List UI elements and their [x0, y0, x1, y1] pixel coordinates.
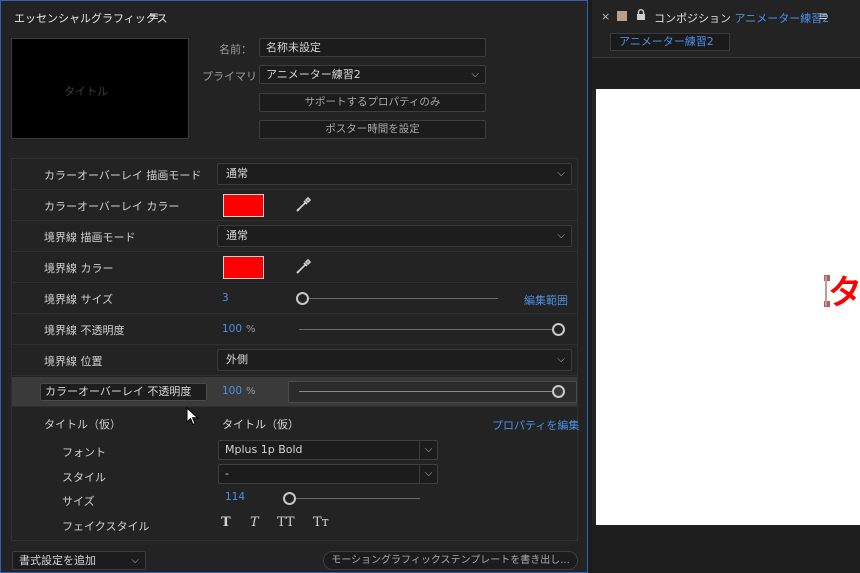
- text-layer-value[interactable]: タイトル（仮）: [222, 416, 299, 432]
- dropdown-value: 外側: [226, 353, 248, 366]
- property-label: 境界線 サイズ: [44, 293, 114, 306]
- size-slider-track[interactable]: [283, 498, 420, 499]
- slider-knob[interactable]: [296, 292, 309, 305]
- dropdown-value: 通常: [226, 167, 248, 180]
- value-number: 100: [222, 385, 243, 397]
- close-icon[interactable]: ×: [601, 10, 610, 23]
- lock-icon[interactable]: [636, 9, 646, 21]
- style-value: -: [225, 467, 229, 480]
- supported-properties-button[interactable]: サポートするプロパティのみ: [259, 93, 486, 112]
- poster-thumbnail: タイトル: [11, 38, 189, 139]
- viewer-padding: [592, 58, 860, 89]
- primary-comp-value: アニメーター練習2: [266, 68, 361, 81]
- chevron-down-icon: ⌵: [557, 230, 565, 241]
- panel-title: エッセンシャルグラフィックス: [14, 12, 168, 25]
- property-label: 境界線 不透明度: [44, 324, 125, 337]
- value-scrubber[interactable]: 100%: [222, 323, 256, 335]
- thumbnail-text: タイトル: [64, 85, 108, 98]
- name-label: 名前：: [219, 43, 252, 56]
- chevron-down-icon: ⌵: [419, 465, 437, 483]
- font-value: Mplus 1p Bold: [225, 443, 303, 456]
- edit-properties-link[interactable]: プロパティを編集: [492, 417, 579, 433]
- property-label: 境界線 カラー: [44, 262, 114, 275]
- color-swatch[interactable]: [223, 194, 264, 217]
- add-formatting-dropdown[interactable]: 書式設定を追加 ⌵: [12, 551, 146, 570]
- chevron-down-icon: ⌵: [419, 441, 437, 459]
- dropdown-value: 通常: [226, 229, 248, 242]
- property-row: カラーオーバーレイ 描画モード 通常 ⌵: [12, 159, 577, 190]
- panel-menu-icon[interactable]: ≡: [818, 9, 828, 23]
- composition-viewer[interactable]: タ: [596, 89, 860, 525]
- property-row: 境界線 サイズ 3 編集範囲: [12, 283, 577, 314]
- add-formatting-label: 書式設定を追加: [19, 554, 96, 567]
- text-layer-label: タイトル（仮）: [44, 418, 121, 431]
- property-label: 境界線 描画モード: [44, 231, 136, 244]
- export-mogrt-button[interactable]: モーショングラフィックステンプレートを書き出し...: [323, 551, 578, 570]
- property-row: 境界線 不透明度 100%: [12, 314, 577, 345]
- style-dropdown[interactable]: - ⌵: [218, 464, 438, 484]
- value-number: 100: [222, 323, 243, 335]
- eyedropper-icon[interactable]: [295, 195, 313, 213]
- size-label: サイズ: [62, 495, 95, 508]
- font-dropdown[interactable]: Mplus 1p Bold ⌵: [218, 440, 438, 460]
- set-poster-time-button[interactable]: ポスター時間を設定: [259, 120, 486, 139]
- all-caps-button[interactable]: TT: [277, 515, 295, 530]
- blend-mode-dropdown[interactable]: 通常 ⌵: [217, 163, 572, 185]
- bounding-box-edge: [825, 276, 827, 306]
- faux-bold-button[interactable]: T: [221, 515, 231, 530]
- comp-color-label-icon: [617, 11, 627, 21]
- property-label-rename-field[interactable]: カラーオーバーレイ 不透明度: [40, 383, 207, 401]
- primary-comp-select[interactable]: アニメーター練習2 ⌵: [259, 65, 486, 84]
- panel-title-text: コンポジション: [654, 12, 731, 25]
- color-swatch[interactable]: [223, 256, 264, 279]
- property-row: カラーオーバーレイ カラー: [12, 190, 577, 221]
- property-label: カラーオーバーレイ 描画モード: [44, 169, 202, 182]
- slider-track[interactable]: [299, 329, 559, 330]
- property-label: カラーオーバーレイ カラー: [44, 200, 180, 213]
- comp-tab[interactable]: アニメーター練習2: [610, 33, 730, 51]
- comp-name: アニメーター練習2: [734, 12, 830, 25]
- property-row-selected[interactable]: カラーオーバーレイ 不透明度 100%: [12, 377, 577, 407]
- small-caps-button[interactable]: Tт: [313, 515, 329, 530]
- edit-range-link[interactable]: 編集範囲: [524, 292, 568, 308]
- chevron-down-icon: ⌵: [131, 555, 139, 566]
- slider-frame: [288, 381, 577, 403]
- value-scrubber[interactable]: 3: [222, 292, 229, 304]
- chevron-down-icon: ⌵: [557, 168, 565, 179]
- unit-label: %: [246, 386, 256, 397]
- size-value[interactable]: 114: [225, 491, 245, 503]
- property-row: 境界線 描画モード 通常 ⌵: [12, 221, 577, 252]
- eyedropper-icon[interactable]: [295, 257, 313, 275]
- property-row: 境界線 カラー: [12, 252, 577, 283]
- viewer-footer: [592, 525, 860, 573]
- name-field[interactable]: 名称未設定: [259, 38, 486, 57]
- preview-text: タ: [828, 273, 860, 313]
- property-label: 境界線 位置: [44, 355, 103, 368]
- slider-track[interactable]: [299, 391, 559, 392]
- slider-track[interactable]: [302, 298, 498, 299]
- blend-mode-dropdown[interactable]: 通常 ⌵: [217, 225, 572, 247]
- slider-knob[interactable]: [552, 323, 565, 336]
- mouse-cursor-icon: [186, 407, 199, 426]
- value-scrubber[interactable]: 100%: [222, 385, 256, 397]
- slider-knob[interactable]: [552, 385, 565, 398]
- composition-panel-title: コンポジション アニメーター練習2: [654, 10, 829, 26]
- position-dropdown[interactable]: 外側 ⌵: [217, 349, 572, 371]
- unit-label: %: [246, 324, 256, 335]
- size-slider-knob[interactable]: [283, 492, 296, 505]
- style-label: スタイル: [62, 471, 106, 484]
- chevron-down-icon: ⌵: [471, 69, 479, 80]
- panel-menu-icon[interactable]: ≡: [149, 9, 159, 23]
- faux-italic-button[interactable]: T: [250, 515, 259, 530]
- chevron-down-icon: ⌵: [557, 354, 565, 365]
- faux-style-label: フェイクスタイル: [62, 520, 150, 533]
- property-row: 境界線 位置 外側 ⌵: [12, 345, 577, 376]
- font-label: フォント: [62, 446, 106, 459]
